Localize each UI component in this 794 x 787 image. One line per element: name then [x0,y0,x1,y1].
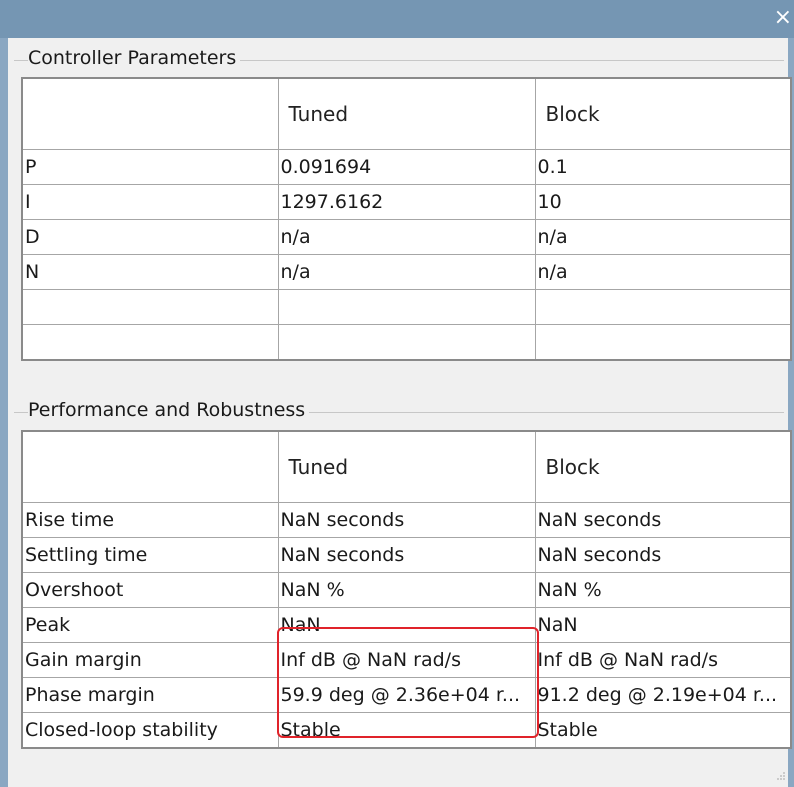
pid-tuner-parameters-window: × Controller Parameters Tuned Block P 0.… [0,0,794,787]
tuned-value [277,324,536,361]
column-header-tuned: Tuned [277,77,536,150]
column-header-empty [21,77,279,150]
tuned-value: n/a [277,219,536,255]
table-row: N n/a n/a [21,254,792,290]
column-header-block: Block [534,430,792,503]
block-value: Stable [534,712,792,749]
controller-parameters-table: Tuned Block P 0.091694 0.1 I 1297.6162 1… [21,77,792,361]
block-value: 10 [534,184,792,220]
block-value [534,324,792,361]
block-value: n/a [534,254,792,290]
tuned-value: 1297.6162 [277,184,536,220]
table-row: Overshoot NaN % NaN % [21,572,792,608]
row-label: P [21,149,279,185]
row-label: D [21,219,279,255]
tuned-value: NaN seconds [277,537,536,573]
block-value [534,289,792,325]
controller-parameters-heading: Controller Parameters [28,47,241,69]
tuned-value: n/a [277,254,536,290]
row-label: Gain margin [21,642,279,678]
table-row [21,289,792,325]
block-value: NaN seconds [534,537,792,573]
performance-robustness-heading: Performance and Robustness [28,399,310,421]
table-header-row: Tuned Block [21,430,792,503]
table-header-row: Tuned Block [21,77,792,150]
row-label: Peak [21,607,279,643]
column-header-block: Block [534,77,792,150]
table-row [21,324,792,361]
table-row: I 1297.6162 10 [21,184,792,220]
column-header-empty [21,430,279,503]
row-label: Settling time [21,537,279,573]
window-frame-left [0,38,8,787]
row-label: Phase margin [21,677,279,713]
resize-grip-icon[interactable] [776,771,786,781]
row-label: Overshoot [21,572,279,608]
block-value: 0.1 [534,149,792,185]
table-row: P 0.091694 0.1 [21,149,792,185]
tuned-value [277,289,536,325]
highlight-annotation-box [277,627,539,738]
block-value: 91.2 deg @ 2.19e+04 r... [534,677,792,713]
close-icon[interactable]: × [774,4,792,32]
tuned-value: 0.091694 [277,149,536,185]
row-label [21,324,279,361]
row-label: Rise time [21,502,279,538]
title-bar[interactable]: × [0,0,794,38]
block-value: Inf dB @ NaN rad/s [534,642,792,678]
block-value: NaN seconds [534,502,792,538]
tuned-value: NaN % [277,572,536,608]
table-row: Settling time NaN seconds NaN seconds [21,537,792,573]
table-row: D n/a n/a [21,219,792,255]
row-label: I [21,184,279,220]
column-header-tuned: Tuned [277,430,536,503]
block-value: NaN % [534,572,792,608]
table-row: Rise time NaN seconds NaN seconds [21,502,792,538]
row-label: N [21,254,279,290]
block-value: n/a [534,219,792,255]
block-value: NaN [534,607,792,643]
row-label: Closed-loop stability [21,712,279,749]
tuned-value: NaN seconds [277,502,536,538]
row-label [21,289,279,325]
